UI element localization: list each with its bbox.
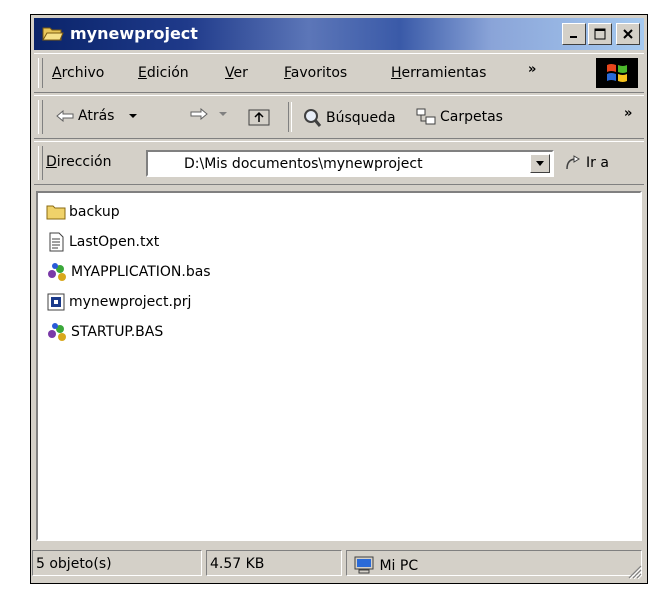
- minimize-button[interactable]: [562, 23, 586, 45]
- maximize-button[interactable]: [588, 23, 612, 45]
- toolbar-separator: [288, 102, 292, 132]
- up-folder-button[interactable]: [248, 106, 270, 126]
- file-name: LastOpen.txt: [69, 234, 160, 250]
- file-name: MYAPPLICATION.bas: [71, 264, 211, 280]
- window-title: mynewproject: [70, 24, 198, 43]
- file-name: mynewproject.prj: [69, 294, 192, 310]
- address-grip[interactable]: [38, 146, 43, 180]
- menu-archivo[interactable]: Archivo: [52, 65, 104, 81]
- standard-toolbar: Atrás Búsqueda Carpetas »: [34, 95, 644, 139]
- menu-grip[interactable]: [38, 58, 43, 88]
- menu-herramientas[interactable]: Herramientas: [391, 65, 486, 81]
- go-label: Ir a: [586, 155, 609, 171]
- back-label: Atrás: [78, 108, 115, 124]
- list-item[interactable]: STARTUP.BAS: [46, 320, 163, 344]
- folders-label: Carpetas: [440, 109, 503, 125]
- status-location: Mi PC: [346, 550, 642, 576]
- forward-arrow-icon: [190, 108, 208, 120]
- back-dropdown-icon[interactable]: [128, 112, 138, 120]
- address-dropdown-button[interactable]: [530, 154, 550, 173]
- status-location-label: Mi PC: [379, 558, 419, 574]
- maximize-icon: [594, 28, 606, 40]
- text-file-icon: [49, 232, 64, 252]
- minimize-icon: [570, 36, 577, 38]
- forward-dropdown-icon[interactable]: [218, 110, 228, 118]
- list-item[interactable]: MYAPPLICATION.bas: [46, 260, 211, 284]
- menu-overflow-chevron[interactable]: »: [528, 62, 536, 77]
- file-name: backup: [69, 204, 120, 220]
- address-label: Dirección: [46, 154, 112, 170]
- windows-logo-icon: [596, 58, 638, 88]
- chevron-down-icon: [536, 161, 544, 166]
- menu-bar: Archivo Edición Ver Favoritos Herramient…: [34, 53, 644, 93]
- status-bar: 5 objeto(s) 4.57 KB Mi PC: [32, 547, 644, 581]
- explorer-window: mynewproject Archivo Edición Ver Favorit…: [30, 14, 648, 584]
- basic-module-icon: [48, 263, 66, 281]
- status-object-count: 5 objeto(s): [32, 550, 202, 576]
- status-size: 4.57 KB: [206, 550, 342, 576]
- open-folder-icon: [42, 27, 64, 41]
- close-icon: [623, 29, 633, 39]
- address-input[interactable]: D:\Mis documentos\mynewproject: [146, 150, 554, 177]
- go-arrow-icon: [566, 155, 580, 170]
- list-item[interactable]: mynewproject.prj: [46, 290, 191, 314]
- project-file-icon: [47, 293, 65, 311]
- forward-button[interactable]: [190, 108, 228, 120]
- address-bar: Dirección D:\Mis documentos\mynewproject…: [34, 141, 644, 185]
- back-arrow-icon: [56, 110, 74, 122]
- basic-module-icon: [48, 323, 66, 341]
- menu-edicion[interactable]: Edición: [138, 65, 189, 81]
- file-name: STARTUP.BAS: [71, 324, 164, 340]
- title-bar[interactable]: mynewproject: [34, 18, 644, 50]
- back-button[interactable]: Atrás: [56, 108, 138, 124]
- search-icon: [304, 109, 322, 127]
- resize-grip-icon[interactable]: [626, 563, 642, 579]
- file-list[interactable]: backup LastOpen.txt MYAPPLICATION.bas my…: [36, 191, 642, 541]
- menu-ver[interactable]: Ver: [225, 65, 248, 81]
- search-label: Búsqueda: [326, 110, 396, 126]
- address-value: D:\Mis documentos\mynewproject: [184, 156, 423, 172]
- menu-favoritos[interactable]: Favoritos: [284, 65, 347, 81]
- close-button[interactable]: [616, 23, 640, 45]
- toolbar-overflow-chevron[interactable]: »: [624, 106, 632, 121]
- go-button[interactable]: Ir a: [564, 154, 609, 172]
- up-folder-icon: [248, 109, 270, 126]
- toolbar-grip[interactable]: [38, 100, 43, 134]
- computer-icon: [354, 556, 374, 574]
- search-button[interactable]: Búsqueda: [302, 108, 396, 128]
- folders-button[interactable]: Carpetas: [416, 108, 503, 126]
- list-item[interactable]: backup: [46, 200, 120, 224]
- folder-icon: [46, 205, 66, 220]
- folders-icon: [416, 108, 436, 125]
- list-item[interactable]: LastOpen.txt: [46, 230, 159, 254]
